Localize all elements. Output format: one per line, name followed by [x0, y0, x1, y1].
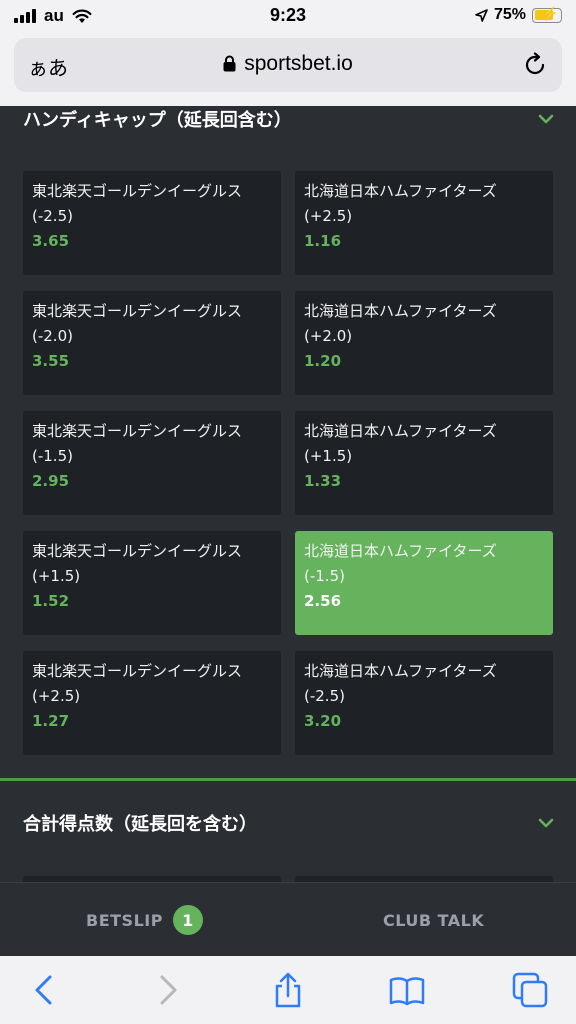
betslip-bar: BETSLIP 1 CLUB TALK [0, 882, 576, 956]
betslip-tab[interactable]: BETSLIP 1 [86, 883, 203, 957]
odds-value: 3.55 [32, 352, 70, 370]
handicap-line: (-2.5) [304, 687, 345, 705]
section-header-total-runs[interactable]: 合計得点数（延長回を含む） [0, 798, 576, 848]
team-name: 東北楽天ゴールデンイーグルス [32, 662, 243, 680]
odds-value: 1.33 [304, 472, 342, 490]
odds-card-away-selected[interactable]: 北海道日本ハムファイターズ (-1.5) 2.56 [295, 531, 553, 635]
url-bar[interactable]: ぁあ sportsbet.io [14, 38, 562, 92]
handicap-line: (-1.5) [304, 567, 345, 585]
page-content: ハンディキャップ（延長回含む） 東北楽天ゴールデンイーグルス (-2.5) 3.… [0, 106, 576, 882]
odds-value: 2.95 [32, 472, 70, 490]
section-divider [0, 778, 576, 781]
battery-icon: ⚡ [532, 6, 562, 23]
battery-percent: 75% [493, 6, 526, 23]
section-header-handicap[interactable]: ハンディキャップ（延長回含む） [0, 106, 576, 144]
handicap-line: (-2.0) [32, 327, 73, 345]
handicap-line: (+2.5) [304, 207, 353, 225]
location-icon [475, 8, 488, 22]
back-icon[interactable] [26, 972, 62, 1008]
odds-value: 3.65 [32, 232, 70, 250]
odds-card-home[interactable]: 東北楽天ゴールデンイーグルス (-1.5) 2.95 [23, 411, 281, 515]
bookmarks-icon[interactable] [389, 972, 425, 1008]
handicap-line: (+1.5) [304, 447, 353, 465]
reload-icon[interactable] [522, 52, 548, 78]
team-name: 東北楽天ゴールデンイーグルス [32, 422, 243, 440]
odds-card-away[interactable]: 北海道日本ハムファイターズ (-2.5) 3.20 [295, 651, 553, 755]
odds-card-home[interactable]: 東北楽天ゴールデンイーグルス (+2.5) 1.27 [23, 651, 281, 755]
odds-card-away[interactable]: 北海道日本ハムファイターズ (+2.5) 1.16 [295, 171, 553, 275]
club-talk-tab[interactable]: CLUB TALK [383, 883, 484, 957]
forward-icon[interactable] [150, 972, 186, 1008]
browser-chrome: au 9:23 75% ⚡ ぁあ sportsbet.io [0, 0, 576, 106]
odds-value: 1.20 [304, 352, 342, 370]
betslip-count-badge: 1 [172, 905, 203, 935]
odds-value: 1.27 [32, 712, 70, 730]
handicap-line: (+2.5) [32, 687, 81, 705]
odds-value: 3.20 [304, 712, 342, 730]
chevron-down-icon [538, 818, 554, 828]
lock-icon [223, 55, 236, 72]
team-name: 北海道日本ハムファイターズ [304, 662, 497, 680]
odds-value: 2.56 [304, 592, 342, 610]
team-name: 東北楽天ゴールデンイーグルス [32, 302, 243, 320]
club-talk-label: CLUB TALK [383, 910, 485, 930]
odds-card-away[interactable]: 北海道日本ハムファイターズ (+1.5) 1.33 [295, 411, 553, 515]
odds-card-away[interactable]: 北海道日本ハムファイターズ (+2.0) 1.20 [295, 291, 553, 395]
team-name: 東北楽天ゴールデンイーグルス [32, 542, 243, 560]
handicap-line: (+2.0) [304, 327, 353, 345]
handicap-line: (+1.5) [32, 567, 81, 585]
team-name: 北海道日本ハムファイターズ [304, 182, 497, 200]
team-name: 北海道日本ハムファイターズ [304, 302, 497, 320]
team-name: 北海道日本ハムファイターズ [304, 422, 497, 440]
team-name: 北海道日本ハムファイターズ [304, 542, 497, 560]
section-title: ハンディキャップ（延長回含む） [23, 110, 292, 131]
odds-value: 1.52 [32, 592, 70, 610]
status-bar: au 9:23 75% ⚡ [0, 0, 576, 32]
odds-card-home[interactable]: 東北楽天ゴールデンイーグルス (-2.5) 3.65 [23, 171, 281, 275]
browser-toolbar [0, 956, 576, 1024]
odds-card-home[interactable]: 東北楽天ゴールデンイーグルス (+1.5) 1.52 [23, 531, 281, 635]
odds-value: 1.16 [304, 232, 342, 250]
team-name: 東北楽天ゴールデンイーグルス [32, 182, 243, 200]
tabs-icon[interactable] [512, 972, 548, 1008]
handicap-line: (-1.5) [32, 447, 73, 465]
handicap-line: (-2.5) [32, 207, 73, 225]
betslip-label: BETSLIP [86, 910, 163, 930]
odds-card-home[interactable]: 東北楽天ゴールデンイーグルス (-2.0) 3.55 [23, 291, 281, 395]
share-icon[interactable] [270, 972, 306, 1008]
url-text: sportsbet.io [244, 52, 353, 75]
section-title: 合計得点数（延長回を含む） [23, 814, 257, 835]
chevron-down-icon [538, 114, 554, 124]
